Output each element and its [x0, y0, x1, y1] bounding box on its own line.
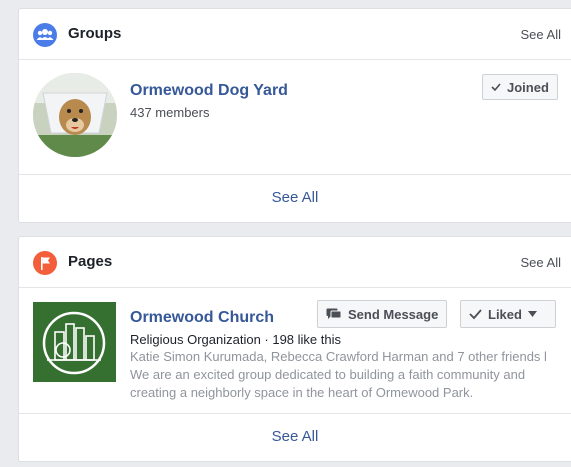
send-message-label: Send Message	[348, 306, 439, 322]
page-name-link[interactable]: Ormewood Church	[130, 309, 274, 327]
groups-header: Groups See All	[19, 9, 571, 60]
page-friends-like: Katie Simon Kurumada, Rebecca Crawford H…	[130, 349, 547, 364]
groups-title: Groups	[68, 25, 122, 42]
pages-header-see-all-link[interactable]: See All	[521, 255, 561, 270]
page-description-line-1: We are an excited group dedicated to bui…	[130, 367, 526, 382]
joined-label: Joined	[507, 79, 549, 95]
caret-down-icon	[527, 311, 537, 317]
pages-title: Pages	[68, 253, 113, 270]
joined-button[interactable]: Joined	[482, 74, 558, 100]
liked-dropdown-button[interactable]: Liked	[460, 300, 556, 328]
groups-footer: See All	[19, 174, 571, 222]
send-message-button[interactable]: Send Message	[317, 300, 448, 328]
group-member-count: 437 members	[130, 105, 210, 120]
group-name-link[interactable]: Ormewood Dog Yard	[130, 82, 288, 100]
groups-card: Groups See All Ormewood Dog Yard 437 mem…	[18, 8, 571, 223]
group-avatar[interactable]	[33, 73, 117, 157]
page-avatar[interactable]	[33, 302, 116, 382]
checkmark-icon	[491, 82, 501, 92]
liked-label: Liked	[488, 306, 522, 322]
groups-header-see-all-link[interactable]: See All	[521, 27, 561, 42]
groups-footer-see-all-link[interactable]: See All	[19, 189, 571, 206]
message-icon	[326, 308, 342, 320]
pages-footer: See All	[19, 413, 571, 461]
pages-footer-see-all-link[interactable]: See All	[19, 428, 571, 445]
pages-flag-icon	[33, 251, 57, 275]
checkmark-icon	[469, 308, 482, 320]
page-description-line-2: creating a neighborly space in the heart…	[130, 385, 474, 400]
page-category-likes: Religious Organization · 198 like this	[130, 332, 341, 347]
pages-header: Pages See All	[19, 237, 571, 288]
groups-icon	[33, 23, 57, 47]
pages-card: Pages See All Ormewood Church Religious …	[18, 236, 571, 462]
